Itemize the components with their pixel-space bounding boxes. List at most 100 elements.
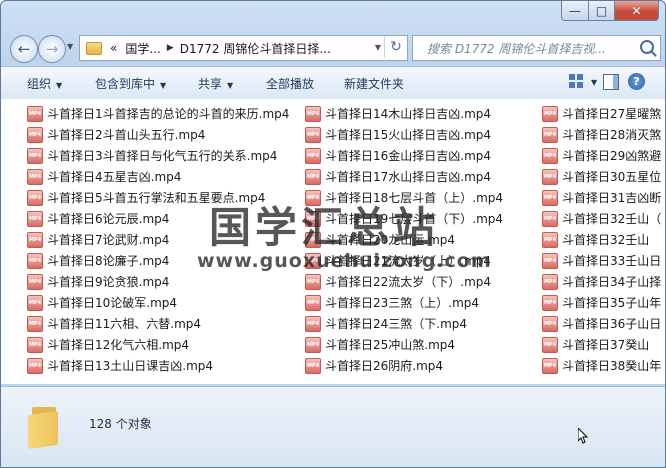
video-file-icon: MP4: [27, 336, 43, 353]
new-folder-button[interactable]: 新建文件夹: [344, 75, 404, 92]
file-name: 斗首择日10论破军.mp4: [47, 296, 178, 310]
file-item[interactable]: MP4 斗首择日30五星位: [542, 166, 661, 187]
video-file-icon: MP4: [542, 336, 558, 353]
file-item[interactable]: MP4 斗首择日28消灭煞: [542, 124, 661, 145]
file-item[interactable]: MP4 斗首择日1斗首择吉的总论的斗首的来历.mp4: [27, 103, 289, 124]
view-dropdown-icon[interactable]: ▼: [591, 78, 597, 87]
video-file-icon: MP4: [27, 105, 43, 122]
file-item[interactable]: MP4 斗首择日9论贪狼.mp4: [27, 271, 289, 292]
close-button[interactable]: ✕: [615, 1, 659, 21]
video-file-icon: MP4: [305, 357, 321, 374]
preview-pane-icon[interactable]: [603, 74, 619, 90]
file-name: 斗首择日34子山择: [562, 275, 662, 289]
video-file-icon: MP4: [542, 126, 558, 143]
change-view-icon[interactable]: [569, 74, 585, 90]
file-name: 斗首择日7论武财.mp4: [47, 233, 170, 247]
breadcrumb-current-folder[interactable]: D1772 周锦伦斗首择日择...: [180, 40, 331, 57]
command-bar: 组织 ▼ 包含到库中 ▼ 共享 ▼ 全部播放 新建文件夹 ▼ ?: [1, 66, 665, 100]
video-file-icon: MP4: [305, 336, 321, 353]
file-item[interactable]: MP4 斗首择日38癸山年: [542, 355, 661, 376]
help-icon[interactable]: ?: [628, 73, 645, 90]
item-count: 128 个对象: [89, 417, 152, 431]
maximize-button[interactable]: □: [589, 1, 615, 21]
file-name: 斗首择日36子山日: [562, 317, 662, 331]
file-item[interactable]: MP4 斗首择日16金山择日吉凶.mp4: [305, 145, 503, 166]
file-name: 斗首择日26阴府.mp4: [325, 359, 444, 373]
minimize-button[interactable]: —: [561, 1, 589, 21]
file-item[interactable]: MP4 斗首择日35子山年: [542, 292, 661, 313]
file-item[interactable]: MP4 斗首择日33壬山日: [542, 250, 661, 271]
file-item[interactable]: MP4 斗首择日29凶煞避: [542, 145, 661, 166]
file-item[interactable]: MP4 斗首择日34子山择: [542, 271, 661, 292]
video-file-icon: MP4: [27, 273, 43, 290]
file-item[interactable]: MP4 斗首择日11六相、六替.mp4: [27, 313, 289, 334]
address-bar[interactable]: « 国学... ▶ D1772 周锦伦斗首择日择... ▼ ↻: [79, 35, 408, 61]
chevron-down-icon: ▼: [56, 81, 63, 90]
file-name: 斗首择日25冲山煞.mp4: [325, 338, 456, 352]
video-file-icon: MP4: [542, 189, 558, 206]
file-item[interactable]: MP4 斗首择日24三煞（下.mp4: [305, 313, 503, 334]
video-file-icon: MP4: [27, 126, 43, 143]
chevron-down-icon: ▼: [160, 81, 167, 90]
search-icon[interactable]: [640, 40, 654, 54]
file-item[interactable]: MP4 斗首择日10论破军.mp4: [27, 292, 289, 313]
file-name: 斗首择日30五星位: [562, 170, 662, 184]
file-item[interactable]: MP4 斗首择日15火山择日吉凶.mp4: [305, 124, 503, 145]
breadcrumb-guoxue[interactable]: 国学...: [125, 40, 160, 57]
video-file-icon: MP4: [27, 357, 43, 374]
file-item[interactable]: MP4 斗首择日14木山择日吉凶.mp4: [305, 103, 503, 124]
file-item[interactable]: MP4 斗首择日17水山择日吉凶.mp4: [305, 166, 503, 187]
file-name: 斗首择日9论贪狼.mp4: [47, 275, 170, 289]
file-name: 斗首择日22流太岁（下）.mp4: [325, 275, 492, 289]
file-name: 斗首择日3斗首择日与化气五行的关系.mp4: [47, 149, 278, 163]
recent-pages-dropdown[interactable]: ▼: [67, 42, 73, 51]
play-all-button[interactable]: 全部播放: [266, 75, 314, 92]
back-button[interactable]: ←: [10, 35, 38, 63]
video-file-icon: MP4: [305, 105, 321, 122]
organize-label: 组织: [27, 77, 52, 91]
file-item[interactable]: MP4 斗首择日32壬山: [542, 229, 661, 250]
file-name: 斗首择日17水山择日吉凶.mp4: [325, 170, 492, 184]
file-item[interactable]: MP4 斗首择日13土山日课吉凶.mp4: [27, 355, 289, 376]
video-file-icon: MP4: [542, 231, 558, 248]
include-in-library-menu[interactable]: 包含到库中 ▼: [95, 75, 166, 92]
address-dropdown-icon[interactable]: ▼: [375, 43, 381, 52]
video-file-icon: MP4: [27, 189, 43, 206]
file-name: 斗首择日1斗首择吉的总论的斗首的来历.mp4: [47, 107, 290, 121]
file-item[interactable]: MP4 斗首择日25冲山煞.mp4: [305, 334, 503, 355]
organize-menu[interactable]: 组织 ▼: [27, 75, 62, 92]
file-item[interactable]: MP4 斗首择日4五星吉凶.mp4: [27, 166, 289, 187]
address-overflow[interactable]: «: [110, 41, 117, 55]
file-item[interactable]: MP4 斗首择日12化气六相.mp4: [27, 334, 289, 355]
file-item[interactable]: MP4 斗首择日23三煞（上）.mp4: [305, 292, 503, 313]
video-file-icon: MP4: [27, 252, 43, 269]
share-label: 共享: [198, 77, 223, 91]
share-menu[interactable]: 共享 ▼: [198, 75, 233, 92]
search-box[interactable]: 搜索 D1772 周锦伦斗首择吉视...: [412, 35, 661, 61]
breadcrumb-separator-icon[interactable]: ▶: [167, 43, 174, 53]
file-item[interactable]: MP4 斗首择日31吉凶断: [542, 187, 661, 208]
refresh-icon[interactable]: ↻: [384, 36, 407, 58]
include-in-library-label: 包含到库中: [95, 77, 156, 91]
file-name: 斗首择日37癸山: [562, 338, 650, 352]
video-file-icon: MP4: [305, 294, 321, 311]
file-item[interactable]: MP4 斗首择日37癸山: [542, 334, 661, 355]
forward-button[interactable]: →: [38, 35, 66, 63]
file-item[interactable]: MP4 斗首择日3斗首择日与化气五行的关系.mp4: [27, 145, 289, 166]
file-item[interactable]: MP4 斗首择日26阴府.mp4: [305, 355, 503, 376]
explorer-window: — □ ✕ ← → ▼ « 国学... ▶ D1772 周锦伦斗首择日择... …: [0, 0, 666, 468]
file-item[interactable]: MP4 斗首择日32壬山（: [542, 208, 661, 229]
video-file-icon: MP4: [542, 168, 558, 185]
file-item[interactable]: MP4 斗首择日36子山日: [542, 313, 661, 334]
video-file-icon: MP4: [305, 168, 321, 185]
video-file-icon: MP4: [542, 147, 558, 164]
file-name: 斗首择日14木山择日吉凶.mp4: [325, 107, 492, 121]
file-item[interactable]: MP4 斗首择日27星曜煞: [542, 103, 661, 124]
video-file-icon: MP4: [27, 210, 43, 227]
file-name: 斗首择日27星曜煞: [562, 107, 662, 121]
search-placeholder[interactable]: 搜索 D1772 周锦伦斗首择吉视...: [427, 40, 632, 57]
file-item[interactable]: MP4 斗首择日22流太岁（下）.mp4: [305, 271, 503, 292]
file-item[interactable]: MP4 斗首择日2斗首山头五行.mp4: [27, 124, 289, 145]
file-name: 斗首择日33壬山日: [562, 254, 662, 268]
video-file-icon: MP4: [27, 168, 43, 185]
